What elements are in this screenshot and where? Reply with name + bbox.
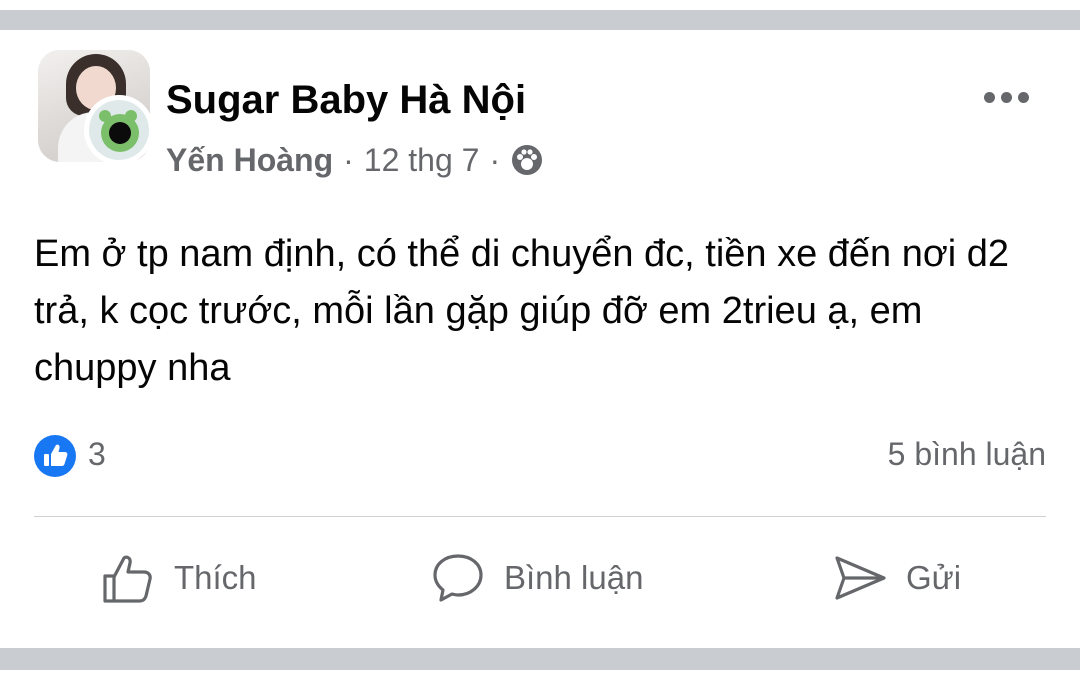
meta-separator: · [343, 141, 354, 178]
comment-count[interactable]: 5 bình luận [888, 436, 1046, 473]
like-reaction-icon[interactable] [33, 434, 77, 478]
more-dot-icon [1000, 91, 1012, 103]
bottom-band [0, 670, 1080, 681]
group-members-icon [510, 143, 544, 177]
more-dot-icon [983, 91, 995, 103]
divider [34, 516, 1046, 517]
post-date[interactable]: 12 thg 7 [364, 142, 480, 179]
post-meta: Yến Hoàng · 12 thg 7 · [166, 140, 544, 180]
like-count[interactable]: 3 [88, 436, 106, 473]
send-button-label: Gửi [906, 559, 962, 596]
top-band [0, 0, 1080, 10]
author-name[interactable]: Yến Hoàng [166, 142, 333, 179]
meta-separator: · [489, 141, 501, 178]
comment-bubble-icon [433, 554, 483, 602]
group-name[interactable]: Sugar Baby Hà Nội [166, 78, 526, 123]
comment-button[interactable]: Bình luận [430, 546, 643, 610]
send-icon [835, 556, 886, 600]
thumbs-up-icon [103, 555, 152, 603]
post-text: Em ở tp nam định, có thể di chuyển đc, t… [34, 233, 1010, 389]
author-avatar[interactable] [84, 95, 154, 165]
feed-separator-top [0, 10, 1080, 30]
like-button-label: Thích [174, 559, 257, 596]
more-dot-icon [1017, 91, 1029, 103]
send-button[interactable]: Gửi [832, 546, 961, 610]
comment-button-label: Bình luận [504, 559, 644, 596]
more-options-button[interactable] [978, 82, 1034, 112]
like-button[interactable]: Thích [100, 546, 257, 610]
feed-separator-bottom [0, 648, 1080, 670]
